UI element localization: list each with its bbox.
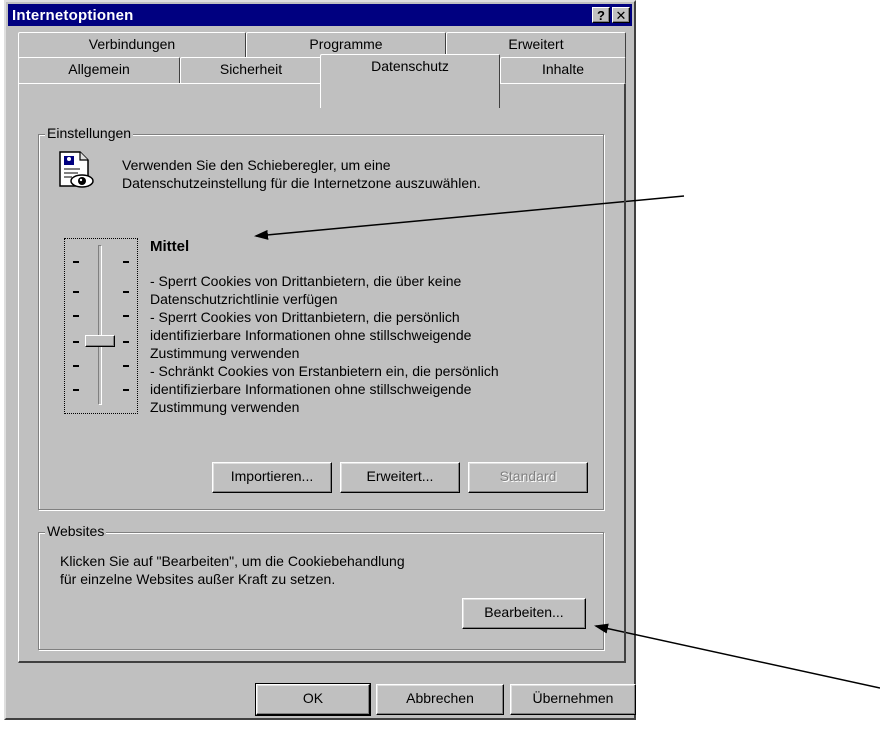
privacy-tab-panel [18,83,626,663]
tab-label: Verbindungen [88,36,176,52]
arrow-to-edit-button [594,623,880,689]
tab-label: Erweitert [508,36,564,52]
ok-button[interactable]: OK [255,683,371,716]
close-button[interactable]: ✕ [612,7,630,23]
tab-label: Allgemein [68,61,130,77]
tab-label: Datenschutz [371,58,449,74]
internet-options-dialog: Internetoptionen ? ✕ Verbindungen Progra… [4,0,636,720]
tab-inhalte[interactable]: Inhalte [500,57,626,83]
tab-verbindungen[interactable]: Verbindungen [18,32,246,58]
cancel-button[interactable]: Abbrechen [376,684,504,715]
tab-label: Inhalte [541,61,585,77]
tab-sicherheit[interactable]: Sicherheit [180,57,322,83]
tab-label: Sicherheit [219,61,283,77]
tab-allgemein[interactable]: Allgemein [18,57,180,83]
title-bar-buttons: ? ✕ [592,7,632,23]
help-button[interactable]: ? [592,7,610,23]
apply-button[interactable]: Übernehmen [510,684,636,715]
window-title: Internetoptionen [12,6,134,24]
title-bar[interactable]: Internetoptionen ? ✕ [8,4,632,26]
tab-label: Programme [309,36,383,52]
tab-datenschutz[interactable]: Datenschutz [320,54,500,108]
